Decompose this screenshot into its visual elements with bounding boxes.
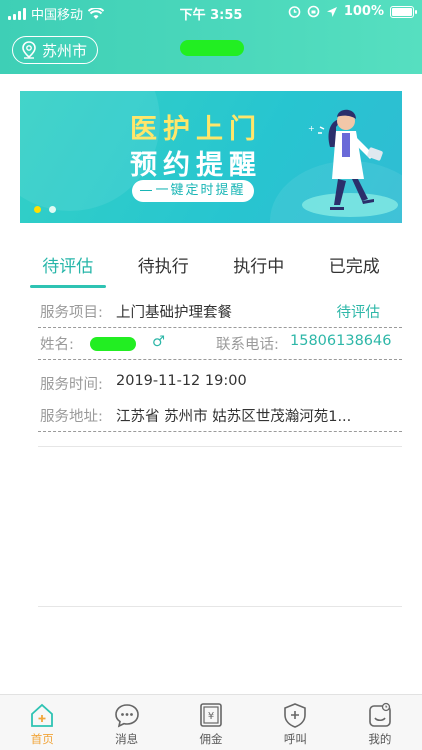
bottom-tab-bar: 首页 消息 ¥ 佣金 呼叫 我的: [0, 694, 422, 750]
tab-pending-assessment[interactable]: 待评估: [20, 242, 116, 288]
city-label: 苏州市: [42, 41, 88, 60]
tab-in-progress[interactable]: 执行中: [211, 242, 307, 288]
contact-row: 姓名: ♂ 联系电话: 15806138646: [38, 328, 402, 360]
nav-messages[interactable]: 消息: [84, 695, 168, 750]
status-badge: 待评估: [336, 305, 381, 321]
svg-text:+: +: [308, 124, 315, 133]
status-bar: 中国移动 下午 3:55 100%: [0, 0, 422, 24]
tab-pending-execution[interactable]: 待执行: [116, 242, 212, 288]
header-bar: 中国移动 下午 3:55 100% 苏州市: [0, 0, 422, 74]
patient-name-redacted: [90, 337, 136, 351]
location-pin-icon: [22, 41, 36, 59]
service-item-row: 服务项目: 上门基础护理套餐 待评估: [38, 296, 402, 328]
battery-icon: [390, 5, 417, 18]
divider: [38, 606, 402, 607]
nav-home[interactable]: 首页: [0, 695, 84, 750]
nav-commission[interactable]: ¥ 佣金: [169, 695, 253, 750]
nav-messages-label: 消息: [115, 732, 139, 746]
nav-profile-label: 我的: [368, 732, 392, 746]
banner-title-line1: 医护上门: [130, 114, 262, 145]
nav-call-label: 呼叫: [283, 732, 307, 746]
male-icon: ♂: [152, 334, 165, 350]
nav-profile[interactable]: 我的: [338, 695, 422, 750]
alarm-icon: [288, 6, 301, 18]
commission-icon: ¥: [200, 703, 222, 727]
rotation-lock-icon: [307, 5, 320, 18]
phone-label: 联系电话:: [216, 337, 279, 353]
service-address-value: 江苏省 苏州市 姑苏区世茂瀚河苑1...: [116, 409, 352, 425]
battery-percent: 100%: [343, 4, 384, 19]
service-address-row: 服务地址: 江苏省 苏州市 姑苏区世茂瀚河苑1...: [38, 400, 402, 432]
page-title-redacted: [180, 40, 244, 56]
location-arrow-icon: [326, 6, 337, 17]
promo-banner[interactable]: 医护上门 预约提醒 一键定时提醒 +: [20, 91, 402, 223]
doctor-illustration: +: [302, 109, 398, 217]
nav-home-label: 首页: [30, 732, 54, 746]
service-time-value: 2019-11-12 19:00: [116, 373, 247, 389]
profile-icon: [369, 702, 391, 727]
name-label: 姓名:: [40, 337, 74, 353]
banner-pager[interactable]: [34, 206, 56, 213]
service-time-label: 服务时间:: [40, 377, 103, 393]
city-selector[interactable]: 苏州市: [12, 36, 99, 64]
call-shield-icon: [284, 703, 307, 728]
divider: [38, 446, 402, 447]
order-status-tabs: 待评估 待执行 执行中 已完成: [20, 242, 402, 288]
nav-commission-label: 佣金: [199, 732, 223, 746]
order-card[interactable]: 服务项目: 上门基础护理套餐 待评估 姓名: ♂ 联系电话: 158061386…: [38, 296, 402, 432]
set-reminder-button[interactable]: 一键定时提醒: [132, 180, 254, 202]
service-address-label: 服务地址:: [40, 409, 103, 425]
service-item-label: 服务项目:: [40, 305, 103, 321]
message-icon: [114, 704, 139, 728]
svg-text:¥: ¥: [208, 711, 214, 722]
phone-link[interactable]: 15806138646: [290, 333, 391, 349]
pager-dot[interactable]: [49, 206, 56, 213]
service-time-row: 服务时间: 2019-11-12 19:00: [38, 368, 402, 400]
nav-call[interactable]: 呼叫: [253, 695, 337, 750]
service-item-value: 上门基础护理套餐: [116, 305, 232, 321]
pager-dot[interactable]: [34, 206, 41, 213]
banner-title-line2: 预约提醒: [130, 150, 262, 181]
tab-completed[interactable]: 已完成: [307, 242, 403, 288]
home-icon: [31, 703, 54, 727]
